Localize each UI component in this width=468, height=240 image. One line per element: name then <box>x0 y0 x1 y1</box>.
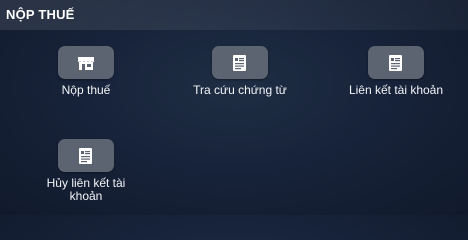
tile-icon-box <box>58 139 114 172</box>
tile-icon-box <box>212 46 268 79</box>
tile-tra-cuu-chung-tu[interactable]: Tra cứu chứng từ <box>168 46 312 97</box>
tile-nop-thue[interactable]: Nộp thuế <box>34 46 138 97</box>
section-header: NỘP THUẾ <box>0 0 468 30</box>
tile-label: Hủy liên kết tài khoản <box>46 176 126 203</box>
document-icon <box>233 54 246 71</box>
document-icon <box>389 54 402 71</box>
tile-icon-box <box>368 46 424 79</box>
document-icon <box>79 147 92 164</box>
tile-icon-box <box>58 46 114 79</box>
tile-label: Nộp thuế <box>61 83 111 97</box>
shop-icon <box>77 56 95 70</box>
section-title: NỘP THUẾ <box>6 7 75 22</box>
tile-label: Liên kết tài khoản <box>348 83 444 97</box>
tile-huy-lien-ket-tai-khoan[interactable]: Hủy liên kết tài khoản <box>34 139 138 203</box>
tile-label: Tra cứu chứng từ <box>193 83 287 97</box>
tile-lien-ket-tai-khoan[interactable]: Liên kết tài khoản <box>336 46 456 97</box>
